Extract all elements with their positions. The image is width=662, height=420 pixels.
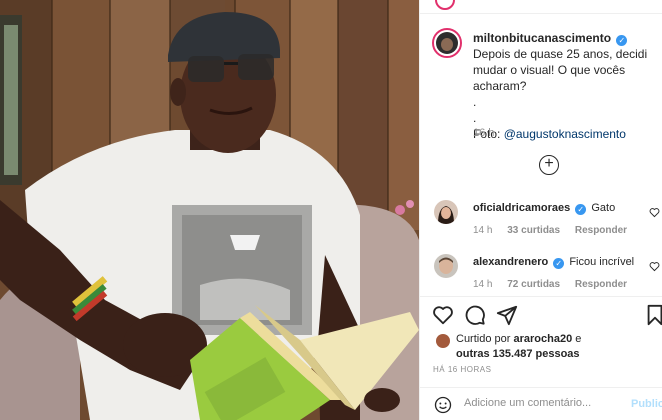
verified-icon: ✓ [616,35,628,46]
comment-icon[interactable] [464,304,486,326]
load-more-comments-button[interactable]: + [539,155,559,175]
post-photo[interactable] [0,0,419,420]
verified-icon: ✓ [575,204,587,215]
liked-by-middle: e [572,333,582,345]
comment-username[interactable]: oficialdricamoraes [473,202,570,214]
comment-reply-button[interactable]: Responder [575,225,627,236]
bookmark-icon[interactable] [644,304,662,326]
comment-avatar-image [434,254,458,278]
emoji-icon[interactable] [434,396,452,414]
comment-username[interactable]: alexandrenero [473,256,548,268]
liked-by-prefix: Curtido por [456,333,514,345]
author-avatar-image [436,32,458,54]
comment-avatar-image [434,200,458,224]
photo-illustration [0,0,419,420]
actions-divider [420,296,662,297]
photo-credit-mention[interactable]: @augustoknascimento [504,127,626,141]
comment-likes[interactable]: 33 curtidas [507,225,560,236]
comment-avatar[interactable] [434,200,458,224]
caption-text: miltonbitucanascimento ✓ Depois de quase… [473,30,662,142]
photo-credit: Foto: @augustoknascimento [473,126,662,142]
post-age[interactable]: HÁ 16 HORAS [433,365,491,374]
caption-timestamp[interactable]: 16 h [473,127,494,139]
comment-time[interactable]: 14 h [473,279,492,290]
comment-text: Ficou incrível [569,256,635,268]
heart-icon[interactable] [432,304,454,326]
liked-by-avatar[interactable] [436,334,450,348]
comment-item: oficialdricamoraes ✓ Gato 14 h 33 curtid… [432,200,662,248]
verified-icon: ✓ [553,258,565,269]
author-username[interactable]: miltonbitucanascimento [473,31,611,45]
share-icon[interactable] [496,304,518,326]
comment-body: oficialdricamoraes ✓ Gato [473,201,643,215]
comment-item: alexandrenero ✓ Ficou incrível 14 h 72 c… [432,254,662,302]
comment-heart-icon[interactable] [649,207,660,218]
comment-meta: 14 h 72 curtidas Responder [473,279,639,290]
caption-body: Depois de quase 25 anos, decidi mudar o … [473,47,648,93]
comment-likes[interactable]: 72 curtidas [507,279,560,290]
header-avatar-ring[interactable] [435,0,455,10]
publish-button[interactable]: Publicar [631,398,662,410]
comment-time[interactable]: 14 h [473,225,492,236]
caption-dot: . [473,111,477,125]
author-avatar[interactable] [432,28,462,58]
comment-body: alexandrenero ✓ Ficou incrível [473,255,643,269]
caption-dot: . [473,95,477,109]
comment-reply-button[interactable]: Responder [575,279,627,290]
liked-by-user[interactable]: ararocha20 [513,333,572,345]
liked-by-others[interactable]: outras 135.487 pessoas [456,348,580,360]
comment-text: Gato [591,202,616,214]
comment-heart-icon[interactable] [649,261,660,272]
action-bar [432,304,662,328]
header-strip [420,0,662,14]
comment-meta: 14 h 33 curtidas Responder [473,225,639,236]
post-sidebar: miltonbitucanascimento ✓ Depois de quase… [419,0,662,420]
liked-by-text[interactable]: Curtido por ararocha20 e outras 135.487 p… [456,332,656,362]
comment-avatar[interactable] [434,254,458,278]
add-comment-bar: Publicar [420,387,662,420]
comment-input[interactable] [464,397,614,409]
